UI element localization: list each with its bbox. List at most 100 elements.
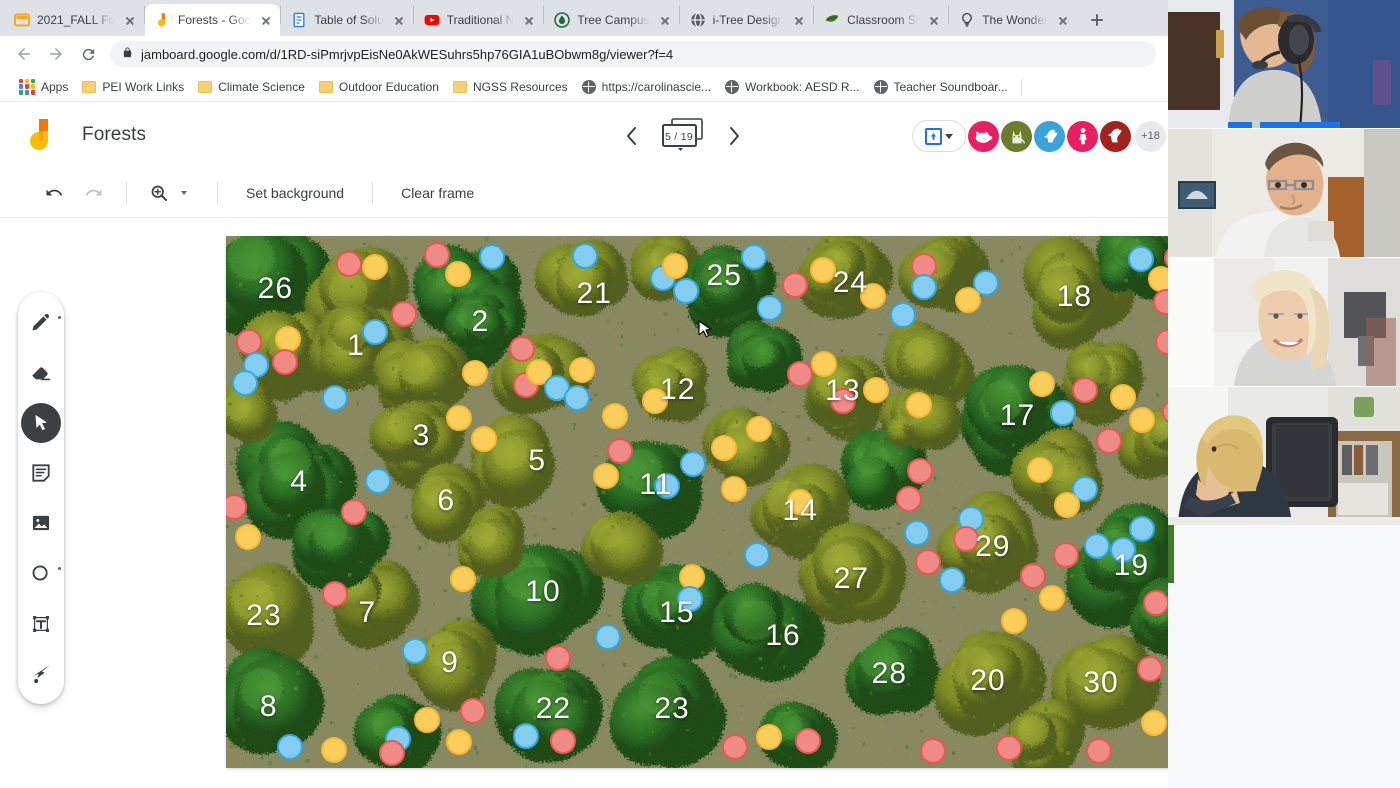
sticker-dot-blue[interactable] — [1128, 515, 1155, 542]
sticker-dot-red[interactable] — [606, 437, 633, 464]
sticker-dot-red[interactable] — [1052, 542, 1079, 569]
sticker-dot-yellow[interactable] — [568, 356, 595, 383]
sticker-dot-yellow[interactable] — [444, 261, 471, 288]
sticker-dot-yellow[interactable] — [1029, 370, 1056, 397]
close-icon[interactable] — [1055, 12, 1071, 28]
sticker-dot-yellow[interactable] — [471, 425, 498, 452]
sticker-dot-blue[interactable] — [322, 385, 349, 412]
sticker-dot-blue[interactable] — [938, 567, 965, 594]
sticker-dot-yellow[interactable] — [720, 475, 747, 502]
sticker-dot-yellow[interactable] — [602, 403, 629, 430]
sticker-dot-red[interactable] — [721, 733, 748, 760]
sticker-dot-blue[interactable] — [361, 318, 388, 345]
participant-tile-2[interactable] — [1168, 129, 1400, 257]
browser-tab-6[interactable]: i-Tree Design — [680, 4, 814, 36]
sticker-dot-red[interactable] — [1095, 427, 1122, 454]
close-icon[interactable] — [258, 12, 274, 28]
sticker-dot-blue[interactable] — [756, 294, 783, 321]
sticker-dot-yellow[interactable] — [711, 435, 738, 462]
browser-tab-7[interactable]: Classroom St — [814, 4, 948, 36]
avatar-bird[interactable] — [1034, 120, 1065, 152]
sticker-dot-yellow[interactable] — [592, 463, 619, 490]
sticker-dot-blue[interactable] — [401, 637, 428, 664]
address-bar[interactable]: jamboard.google.com/d/1RD-siPmrjvpEisNe0… — [110, 41, 1156, 67]
sticker-dot-yellow[interactable] — [746, 415, 773, 442]
sticker-dot-blue[interactable] — [1084, 532, 1111, 559]
sticker-dot-red[interactable] — [509, 335, 536, 362]
avatar-figure[interactable] — [1067, 120, 1098, 152]
sticker-dot-blue[interactable] — [903, 519, 930, 546]
sticker-dot-yellow[interactable] — [414, 707, 441, 734]
browser-tab-8[interactable]: The Wonder — [949, 4, 1077, 36]
sticker-dot-yellow[interactable] — [955, 286, 982, 313]
sticker-dot-yellow[interactable] — [787, 489, 814, 515]
sticker-dot-red[interactable] — [1137, 655, 1164, 682]
sticker-dot-blue[interactable] — [1127, 246, 1154, 273]
browser-tab-4[interactable]: Traditional N — [414, 4, 544, 36]
sticker-dot-red[interactable] — [1019, 563, 1046, 590]
sticker-dot-blue[interactable] — [744, 541, 771, 568]
close-icon[interactable] — [391, 12, 407, 28]
sticker-dot-blue[interactable] — [654, 473, 681, 500]
sticker-dot-blue[interactable] — [478, 243, 505, 270]
sticker-dot-yellow[interactable] — [1000, 608, 1027, 635]
sticker-dot-yellow[interactable] — [1141, 709, 1168, 736]
sticker-dot-blue[interactable] — [740, 244, 767, 271]
sticker-dot-red[interactable] — [896, 486, 923, 513]
sticker-dot-blue[interactable] — [512, 723, 539, 750]
sticker-dot-red[interactable] — [545, 644, 572, 671]
sticker-dot-blue[interactable] — [595, 623, 622, 650]
sticker-dot-blue[interactable] — [673, 278, 700, 305]
set-background-button[interactable]: Set background — [230, 185, 360, 201]
select-tool[interactable] — [19, 401, 63, 445]
reload-button[interactable] — [72, 38, 104, 70]
sticker-dot-yellow[interactable] — [860, 282, 887, 309]
close-icon[interactable] — [521, 12, 537, 28]
participant-tile-4[interactable] — [1168, 387, 1400, 525]
bookmark-8[interactable]: Teacher Soundboar... — [867, 77, 1015, 97]
jamboard-canvas-area[interactable]: 26 21 25 24 18 2 1 12 13 17 3 5 4 11 14 6 29 19 23 7 10 15 27 9… — [226, 236, 1175, 768]
image-tool[interactable] — [19, 501, 63, 545]
sticker-dot-yellow[interactable] — [321, 736, 348, 763]
present-button[interactable] — [912, 120, 966, 152]
sticker-dot-yellow[interactable] — [661, 253, 688, 280]
bookmark-4[interactable]: Outdoor Education — [312, 77, 446, 97]
sticker-dot-blue[interactable] — [1050, 400, 1077, 427]
sticker-dot-blue[interactable] — [364, 467, 391, 494]
sticker-dot-red[interactable] — [794, 728, 821, 755]
frame-canvas[interactable]: 26 21 25 24 18 2 1 12 13 17 3 5 4 11 14 6 29 19 23 7 10 15 27 9… — [226, 236, 1175, 768]
sticker-dot-red[interactable] — [953, 526, 980, 553]
sticky-note-tool[interactable] — [19, 451, 63, 495]
sticker-dot-yellow[interactable] — [905, 392, 932, 419]
sticker-dot-red[interactable] — [341, 498, 368, 525]
undo-button[interactable] — [34, 173, 74, 213]
shape-tool[interactable] — [19, 551, 63, 595]
sticker-dot-yellow[interactable] — [810, 350, 837, 377]
zoom-dropdown[interactable] — [179, 190, 205, 195]
text-box-tool[interactable] — [19, 602, 63, 646]
browser-tab-5[interactable]: Tree Campus — [544, 4, 678, 36]
bookmark-2[interactable]: PEI Work Links — [75, 77, 191, 97]
sticker-dot-yellow[interactable] — [361, 253, 388, 280]
new-tab-button[interactable] — [1083, 6, 1111, 34]
sticker-dot-red[interactable] — [1086, 737, 1113, 764]
close-icon[interactable] — [791, 12, 807, 28]
prev-frame-button[interactable] — [614, 119, 648, 153]
sticker-dot-red[interactable] — [915, 548, 942, 575]
sticker-dot-red[interactable] — [995, 734, 1022, 761]
bookmark-1[interactable]: Apps — [8, 76, 75, 98]
sticker-dot-red[interactable] — [322, 581, 349, 608]
sticker-dot-red[interactable] — [336, 251, 363, 278]
close-icon[interactable] — [122, 12, 138, 28]
sticker-dot-red[interactable] — [423, 241, 450, 268]
sticker-dot-blue[interactable] — [910, 273, 937, 300]
sticker-dot-yellow[interactable] — [461, 359, 488, 386]
shape-options-caret-icon[interactable] — [58, 567, 61, 571]
browser-tab-1[interactable]: 2021_FALL Fo — [4, 4, 144, 36]
sticker-dot-yellow[interactable] — [1053, 491, 1080, 518]
sticker-dot-yellow[interactable] — [1128, 406, 1155, 433]
browser-tab-2[interactable]: Forests - Goo — [145, 4, 281, 36]
sticker-dot-blue[interactable] — [889, 302, 916, 329]
laser-pointer-tool[interactable] — [19, 652, 63, 696]
sticker-dot-red[interactable] — [1143, 589, 1170, 616]
